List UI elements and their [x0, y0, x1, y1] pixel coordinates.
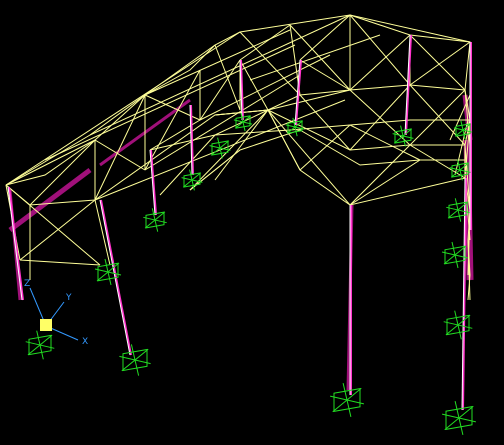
z-axis-label: Z: [24, 279, 30, 289]
triad-origin-cube: [40, 319, 52, 331]
x-axis-label: X: [82, 337, 88, 347]
structural-3d-viewport[interactable]: Z Y X: [0, 0, 504, 445]
y-axis-label: Y: [65, 293, 72, 303]
viewport-background: [0, 0, 504, 445]
